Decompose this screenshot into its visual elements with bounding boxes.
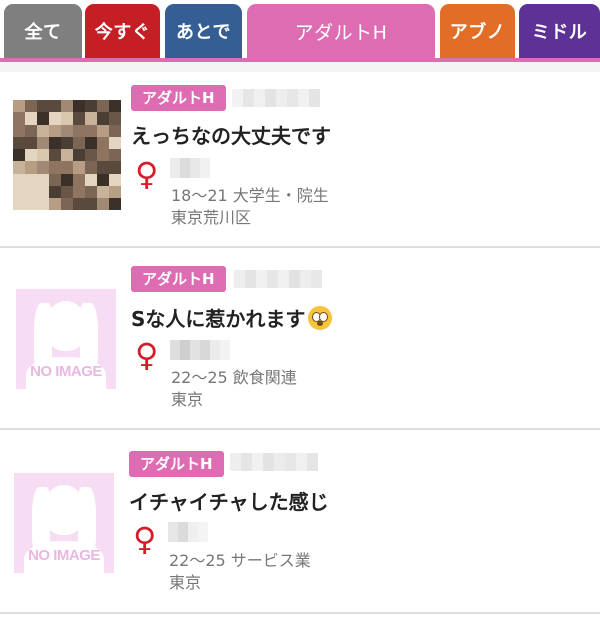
no-image-icon: NO IMAGE — [14, 473, 114, 578]
blurred-date-icon — [230, 453, 318, 471]
post-title[interactable]: えっちなの大丈夫です — [131, 120, 331, 149]
tab-now[interactable]: 今すぐ — [85, 4, 160, 58]
blurred-name-icon — [168, 522, 208, 542]
blurred-name-icon — [170, 158, 210, 178]
no-image-text: NO IMAGE — [28, 547, 100, 564]
post-thumbnail[interactable]: NO IMAGE — [12, 284, 120, 394]
mosaic-photo-icon — [13, 100, 121, 210]
flushed-face-emoji-icon — [308, 306, 333, 330]
post-list-item[interactable]: アダルトH えっちなの大丈夫です ♀ 18〜21 大学生・院生 東京荒川区 — [0, 72, 600, 248]
female-icon: ♀ — [135, 336, 159, 374]
blurred-name-icon — [170, 340, 230, 360]
post-title[interactable]: イチャイチャした感じ — [129, 486, 329, 515]
tab-adult-h[interactable]: アダルトH — [247, 4, 435, 58]
post-location: 東京 — [169, 573, 202, 592]
blurred-date-icon — [232, 89, 320, 107]
category-tab-bar: 全て 今すぐ あとで アダルトH アブノ ミドル — [0, 0, 600, 62]
post-list-item[interactable]: NO IMAGE アダルトH Sな人に惹かれます ♀ 22〜25 飲食関連 東京 — [0, 248, 600, 430]
post-thumbnail[interactable] — [13, 100, 121, 210]
post-list-item[interactable]: NO IMAGE アダルトH イチャイチャした感じ ♀ 22〜25 サービス業 … — [0, 430, 600, 612]
category-badge: アダルトH — [129, 451, 224, 477]
list-divider — [0, 612, 600, 614]
tab-all[interactable]: 全て — [4, 4, 82, 58]
post-title-text: Sな人に惹かれます — [131, 307, 306, 331]
post-demographics: 22〜25 サービス業 — [169, 551, 311, 570]
tab-middle[interactable]: ミドル — [519, 4, 600, 58]
tab-later[interactable]: あとで — [165, 4, 242, 58]
post-thumbnail[interactable]: NO IMAGE — [10, 468, 118, 578]
category-badge: アダルトH — [131, 85, 226, 111]
no-image-icon: NO IMAGE — [16, 289, 116, 394]
no-image-text: NO IMAGE — [30, 363, 102, 380]
category-badge: アダルトH — [131, 266, 226, 292]
post-title[interactable]: Sな人に惹かれます — [131, 303, 333, 332]
post-demographics: 18〜21 大学生・院生 — [171, 186, 329, 205]
post-location: 東京 — [171, 390, 204, 409]
female-icon: ♀ — [135, 155, 159, 193]
post-location: 東京荒川区 — [171, 208, 252, 227]
female-icon: ♀ — [133, 520, 157, 558]
tab-bar-shadow — [0, 62, 600, 72]
post-demographics: 22〜25 飲食関連 — [171, 368, 297, 387]
blurred-date-icon — [234, 270, 322, 288]
tab-abno[interactable]: アブノ — [440, 4, 515, 58]
